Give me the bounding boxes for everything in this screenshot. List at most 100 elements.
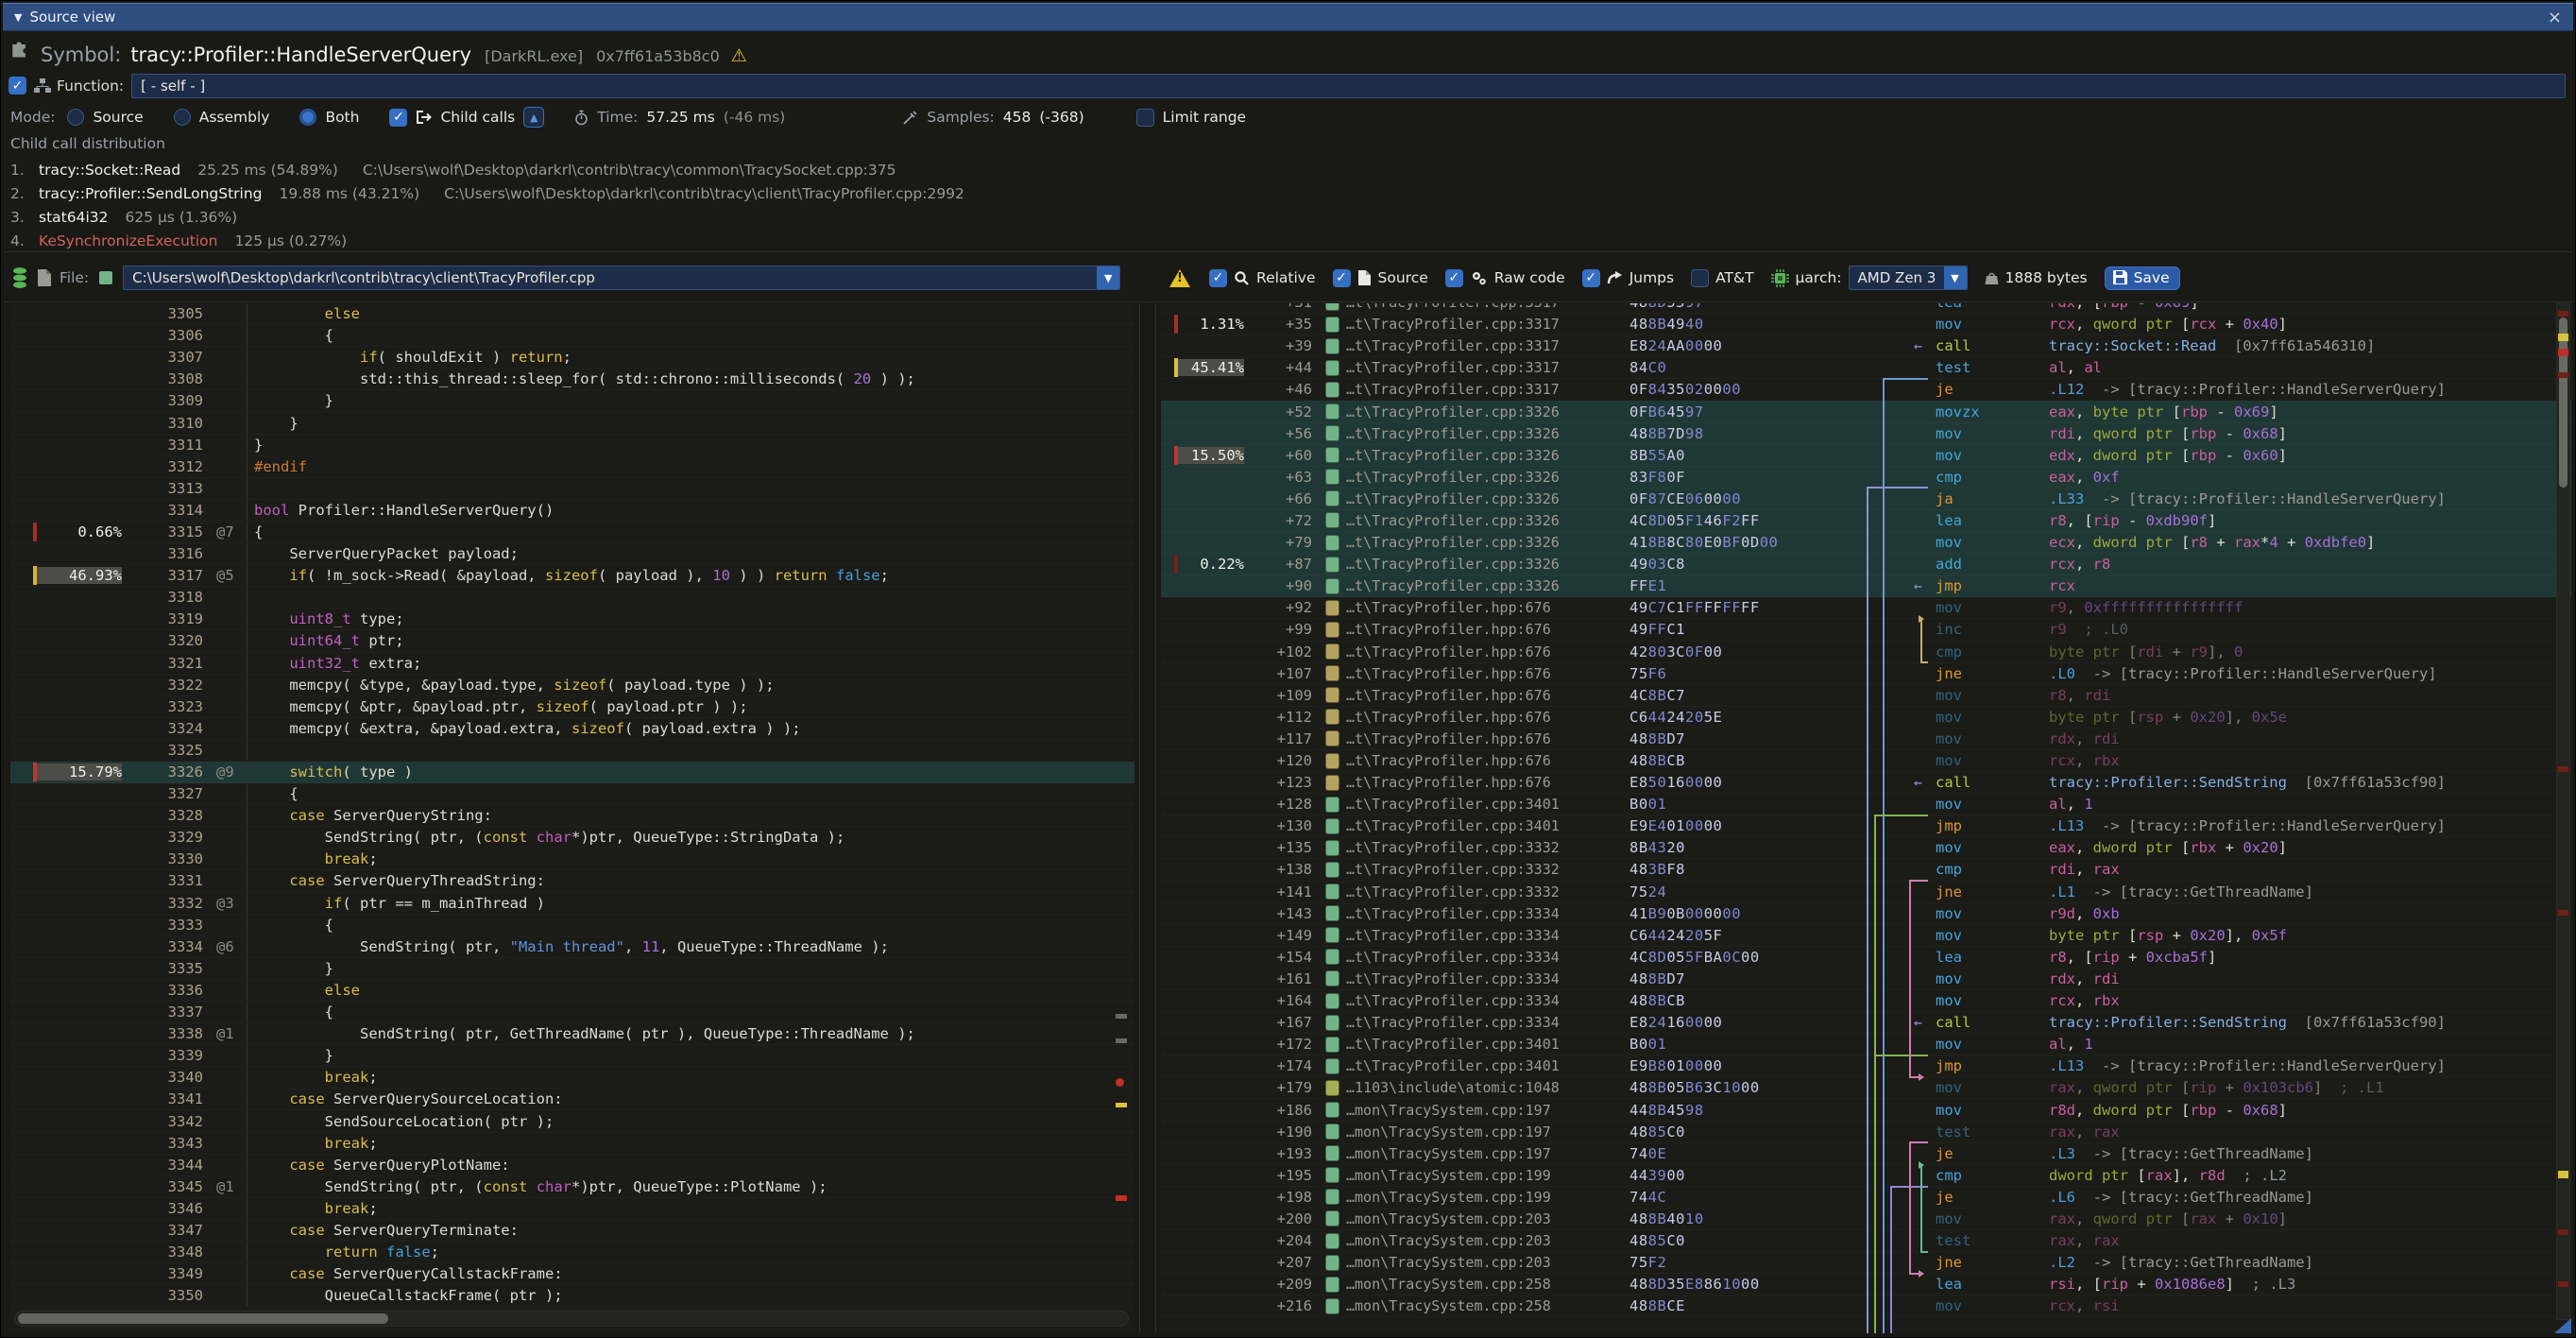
source-horizontal-scrollbar[interactable] [14, 1311, 1129, 1327]
relative-checkbox[interactable]: ✓ [1209, 269, 1227, 287]
source-line[interactable]: 15.79%3326@9 switch( type ) [10, 762, 1134, 783]
source-line[interactable]: 3306 { [10, 325, 1134, 347]
source-line[interactable]: 3327 { [10, 783, 1134, 805]
uarch-dropdown-arrow[interactable]: ▼ [1944, 266, 1967, 289]
source-location[interactable]: …t\TracyProfiler.cpp:3334 [1346, 1014, 1629, 1031]
source-line[interactable]: 3310 } [10, 412, 1134, 434]
source-location[interactable]: …t\TracyProfiler.cpp:3401 [1346, 796, 1629, 813]
jumps-checkbox[interactable]: ✓ [1582, 269, 1600, 287]
close-icon[interactable]: × [2548, 8, 2562, 27]
source-location[interactable]: …mon\TracySystem.cpp:199 [1346, 1167, 1629, 1184]
source-location[interactable]: …1103\include\atomic:1048 [1346, 1079, 1629, 1096]
radio-source[interactable] [67, 109, 84, 126]
source-location[interactable]: …t\TracyProfiler.cpp:3326 [1346, 577, 1629, 594]
source-location[interactable]: …t\TracyProfiler.hpp:676 [1346, 752, 1629, 769]
source-location[interactable]: …t\TracyProfiler.cpp:3334 [1346, 927, 1629, 944]
assembly-line[interactable]: 15.50%+60…t\TracyProfiler.cpp:33268B55A0… [1161, 445, 2571, 467]
source-location[interactable]: …t\TracyProfiler.hpp:676 [1346, 621, 1629, 638]
child-call-item[interactable]: 4.KeSynchronizeExecution125 μs (0.27%) [10, 229, 2566, 249]
source-line[interactable]: 3332@3 if( ptr == m_mainThread ) [10, 893, 1134, 915]
source-line[interactable]: 3348 return false; [10, 1242, 1134, 1263]
source-line[interactable]: 3339 } [10, 1045, 1134, 1067]
source-line[interactable]: 3337 { [10, 1002, 1134, 1023]
title-bar[interactable]: ▼ Source view × [3, 3, 2573, 31]
source-line[interactable]: 3328 case ServerQueryString: [10, 805, 1134, 827]
source-line[interactable]: 3313 [10, 478, 1134, 500]
source-line[interactable]: 46.93%3317@5 if( !m_sock->Read( &payload… [10, 565, 1134, 587]
source-line[interactable]: 3350 QueueCallstackFrame( ptr ); [10, 1285, 1134, 1307]
source-location[interactable]: …t\TracyProfiler.cpp:3326 [1346, 512, 1629, 529]
source-line[interactable]: 3344 case ServerQueryPlotName: [10, 1155, 1134, 1176]
source-line[interactable]: 3325 [10, 740, 1134, 762]
source-line[interactable]: 3316 ServerQueryPacket payload; [10, 543, 1134, 565]
child-call-item[interactable]: 1.tracy::Socket::Read25.25 ms (54.89%)C:… [10, 158, 2566, 181]
source-location[interactable]: …mon\TracySystem.cpp:258 [1346, 1276, 1629, 1293]
att-toggle[interactable]: ✓ AT&T [1691, 269, 1753, 287]
assembly-line[interactable]: 1.31%+35…t\TracyProfiler.cpp:3317488B494… [1161, 314, 2571, 335]
radio-assembly[interactable] [174, 109, 191, 126]
source-location[interactable]: …t\TracyProfiler.cpp:3401 [1346, 1057, 1629, 1074]
uarch-dropdown[interactable]: AMD Zen 3 ▼ [1849, 266, 1968, 290]
source-location[interactable]: …t\TracyProfiler.hpp:676 [1346, 687, 1629, 704]
source-line[interactable]: 3322 memcpy( &type, &payload.type, sizeo… [10, 675, 1134, 696]
source-location[interactable]: …t\TracyProfiler.cpp:3317 [1346, 337, 1629, 354]
source-location[interactable]: …t\TracyProfiler.cpp:3317 [1346, 381, 1629, 398]
source-location[interactable]: …t\TracyProfiler.cpp:3401 [1346, 817, 1629, 834]
source-location[interactable]: …t\TracyProfiler.cpp:3317 [1346, 303, 1629, 311]
source-location[interactable]: …mon\TracySystem.cpp:199 [1346, 1189, 1629, 1206]
source-line[interactable]: 0.66%3315@7{ [10, 522, 1134, 543]
source-location[interactable]: …t\TracyProfiler.cpp:3326 [1346, 403, 1629, 420]
assembly-line[interactable]: +31…t\TracyProfiler.cpp:3317488D5597lear… [1161, 303, 2571, 314]
source-location[interactable]: …t\TracyProfiler.hpp:676 [1346, 709, 1629, 726]
source-location[interactable]: …t\TracyProfiler.cpp:3326 [1346, 447, 1629, 464]
source-location[interactable]: …t\TracyProfiler.hpp:676 [1346, 730, 1629, 747]
source-line[interactable]: 3340 break; [10, 1067, 1134, 1089]
source-location[interactable]: …t\TracyProfiler.cpp:3326 [1346, 425, 1629, 442]
assembly-line[interactable]: +52…t\TracyProfiler.cpp:33260FB64597movz… [1161, 401, 2571, 422]
source-line[interactable]: 3333 { [10, 915, 1134, 936]
function-checkbox[interactable]: ✓ [9, 77, 26, 94]
source-checkbox[interactable]: ✓ [1333, 269, 1351, 287]
limit-range-checkbox[interactable]: ✓ [1136, 109, 1154, 127]
source-line[interactable]: 3308 std::this_thread::sleep_for( std::c… [10, 369, 1134, 390]
source-line[interactable]: 3347 case ServerQueryTerminate: [10, 1220, 1134, 1242]
source-line[interactable]: 3335 } [10, 958, 1134, 980]
function-dropdown[interactable]: [ - self - ] [131, 74, 2566, 98]
source-location[interactable]: …mon\TracySystem.cpp:197 [1346, 1145, 1629, 1162]
source-line[interactable]: 3305 else [10, 303, 1134, 325]
assembly-line[interactable]: 45.41%+44…t\TracyProfiler.cpp:331784C0te… [1161, 357, 2571, 379]
source-location[interactable]: …mon\TracySystem.cpp:197 [1346, 1102, 1629, 1119]
source-line[interactable]: 3345@1 SendString( ptr, (const char*)ptr… [10, 1176, 1134, 1198]
source-location[interactable]: …t\TracyProfiler.cpp:3326 [1346, 469, 1629, 486]
source-location[interactable]: …t\TracyProfiler.cpp:3334 [1346, 949, 1629, 966]
jumps-toggle[interactable]: ✓ Jumps [1582, 269, 1674, 287]
source-location[interactable]: …t\TracyProfiler.cpp:3334 [1346, 970, 1629, 987]
source-line[interactable]: 3311} [10, 435, 1134, 456]
source-line[interactable]: 3341 case ServerQuerySourceLocation: [10, 1089, 1134, 1110]
source-line[interactable]: 3307 if( shouldExit ) return; [10, 347, 1134, 369]
source-location[interactable]: …mon\TracySystem.cpp:203 [1346, 1232, 1629, 1249]
pane-divider[interactable] [1139, 303, 1140, 1333]
att-checkbox[interactable]: ✓ [1691, 269, 1709, 287]
save-button[interactable]: Save [2105, 266, 2180, 290]
assembly-pane[interactable]: +31…t\TracyProfiler.cpp:3317488D5597lear… [1161, 303, 2571, 1333]
assembly-line[interactable]: +46…t\TracyProfiler.cpp:33170F8435020000… [1161, 379, 2571, 401]
raw-code-toggle[interactable]: ✓ Raw code [1445, 269, 1565, 287]
file-dropdown-arrow[interactable]: ▼ [1097, 266, 1119, 289]
child-call-item[interactable]: 3.stat64i32625 μs (1.36%) [10, 205, 2566, 229]
source-line[interactable]: 3320 uint64_t ptr; [10, 630, 1134, 652]
source-line[interactable]: 3349 case ServerQueryCallstackFrame: [10, 1263, 1134, 1285]
source-line[interactable]: 3342 SendSourceLocation( ptr ); [10, 1110, 1134, 1132]
source-line[interactable]: 3346 break; [10, 1198, 1134, 1220]
source-line[interactable]: 3321 uint32_t extra; [10, 653, 1134, 675]
raw-code-checkbox[interactable]: ✓ [1445, 269, 1463, 287]
source-line[interactable]: 3324 memcpy( &extra, &payload.extra, siz… [10, 718, 1134, 740]
source-location[interactable]: …t\TracyProfiler.cpp:3317 [1346, 316, 1629, 333]
source-line[interactable]: 3318 [10, 587, 1134, 609]
scrollbar-thumb[interactable] [2559, 317, 2567, 488]
source-location[interactable]: …t\TracyProfiler.hpp:676 [1346, 774, 1629, 791]
resize-grip-icon[interactable] [2554, 1318, 2571, 1333]
source-location[interactable]: …t\TracyProfiler.cpp:3326 [1346, 534, 1629, 551]
collapse-icon[interactable]: ▼ [14, 11, 22, 24]
source-location[interactable]: …t\TracyProfiler.cpp:3326 [1346, 556, 1629, 573]
